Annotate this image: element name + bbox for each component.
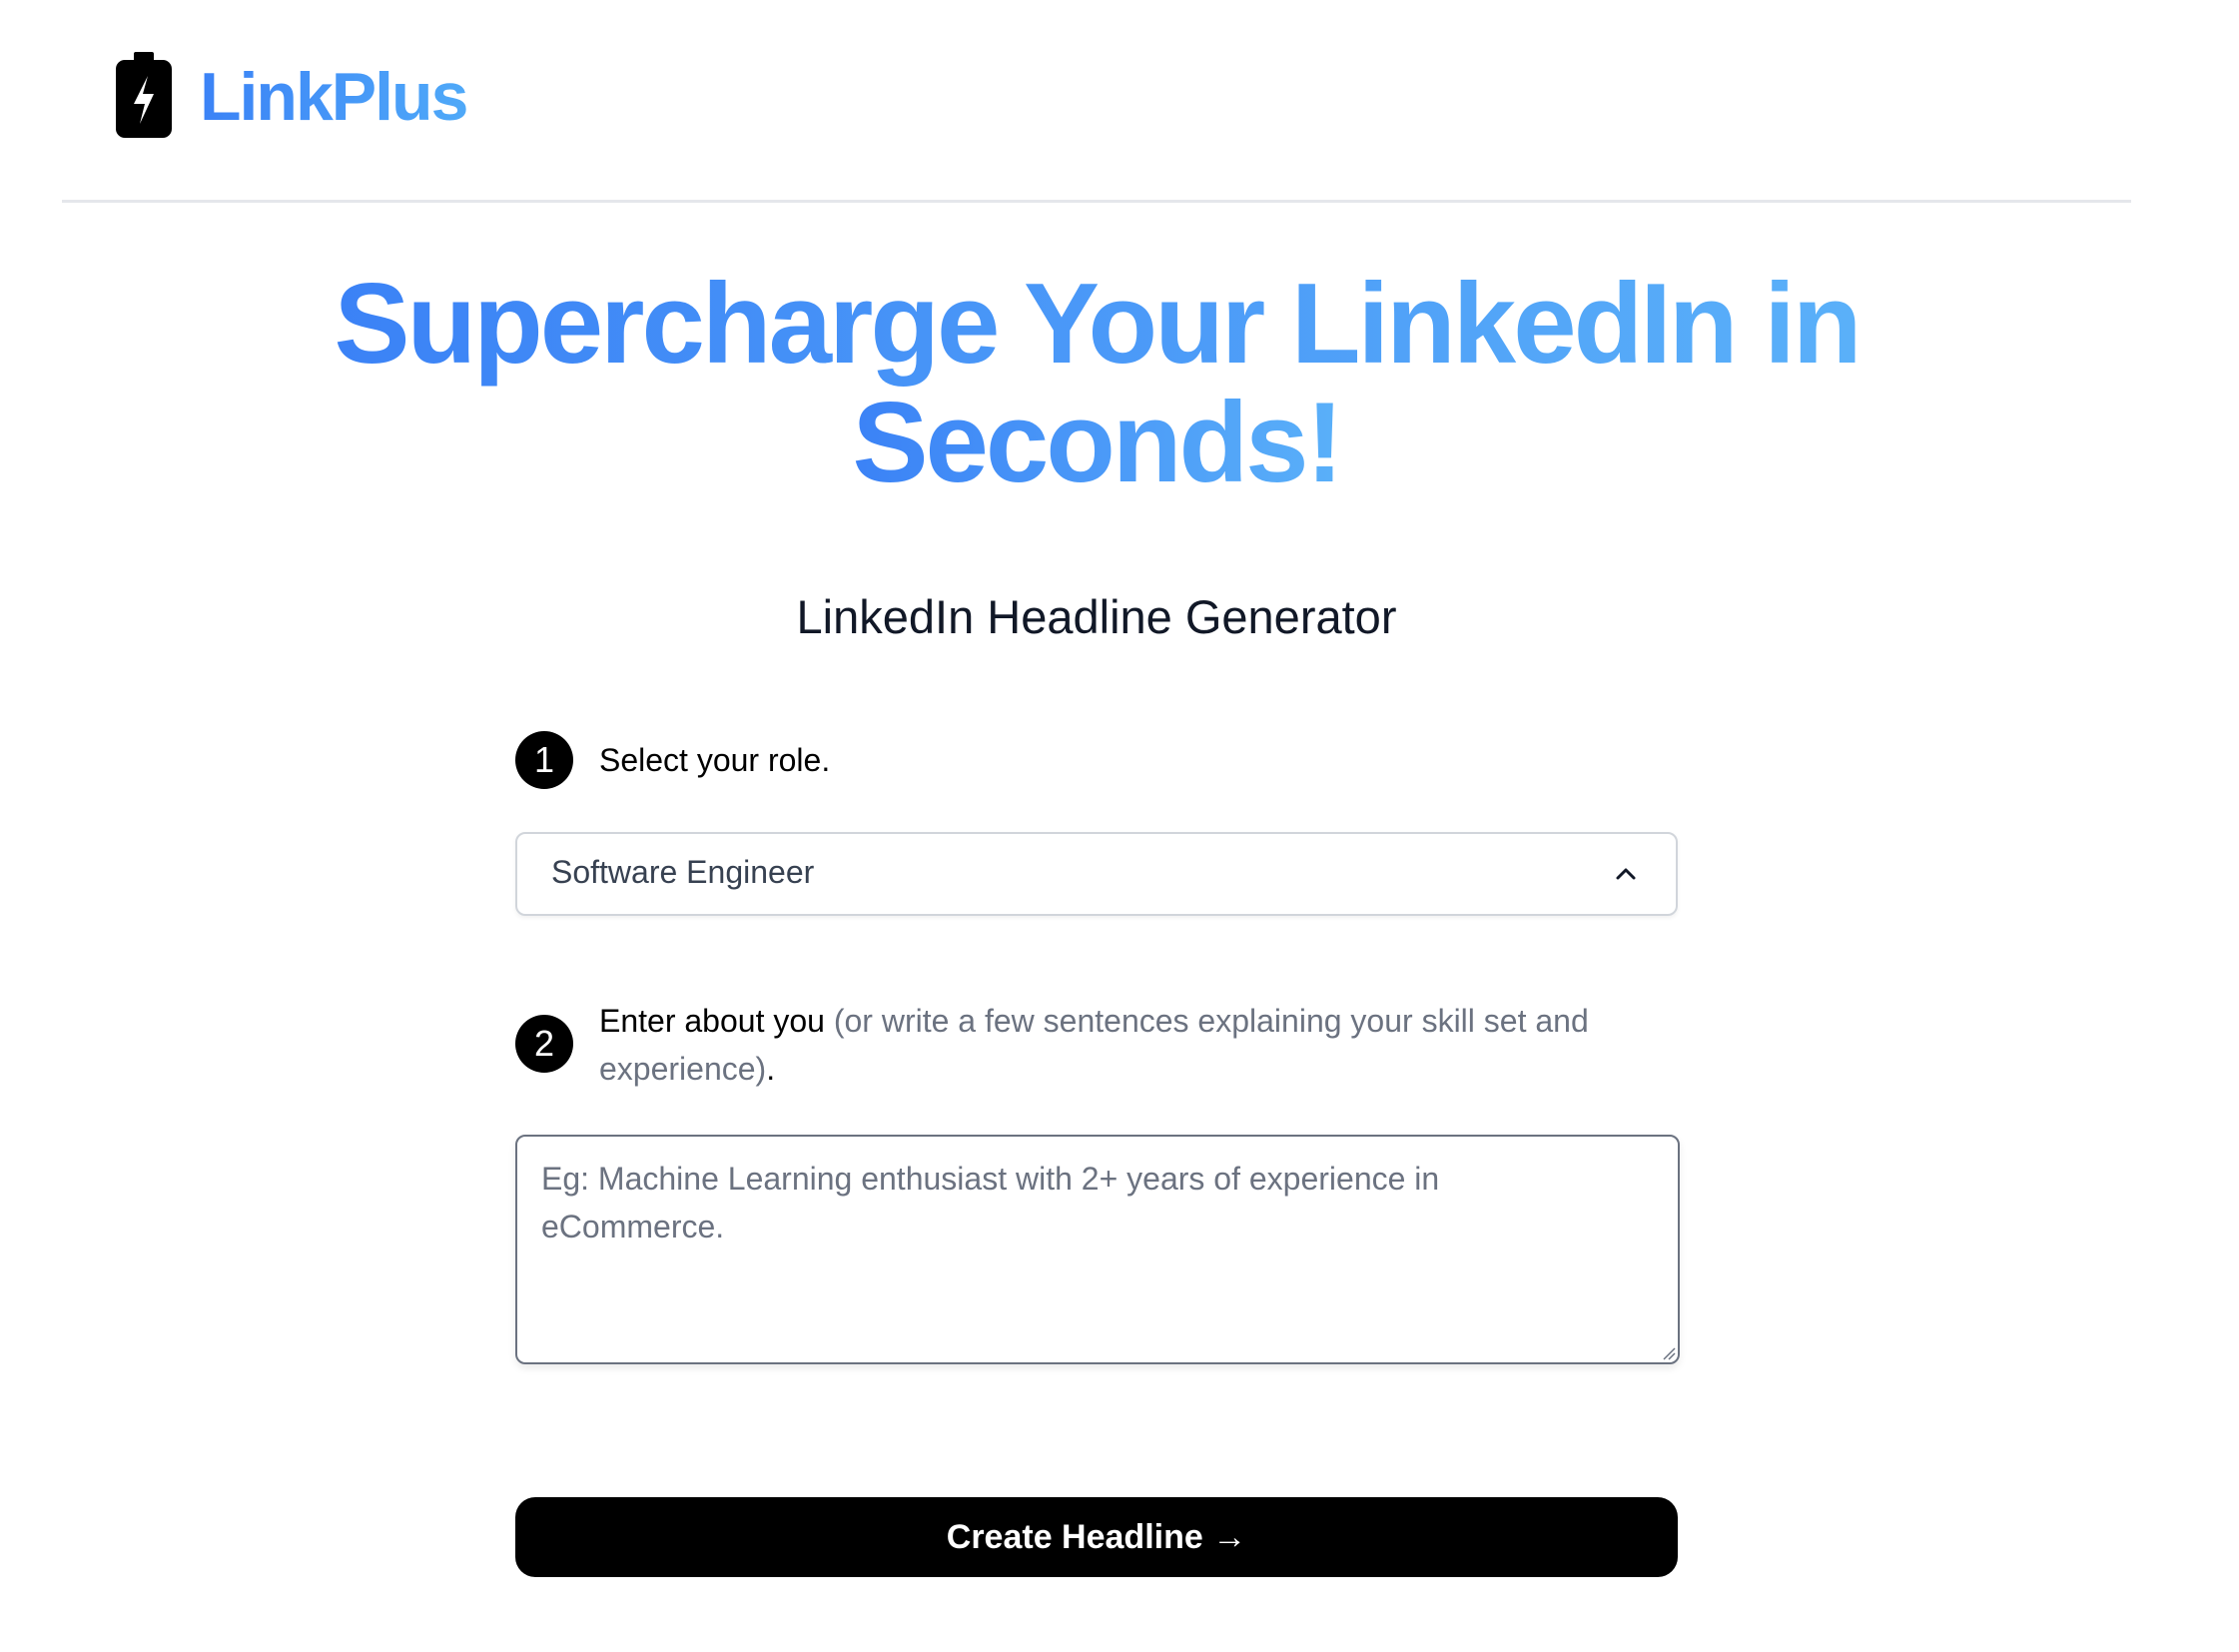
step-1-label: Select your role. [599, 742, 831, 778]
create-headline-button[interactable]: Create Headline → [515, 1497, 1678, 1577]
step-2-label: Enter about you (or write a few sentence… [599, 997, 1688, 1093]
page-subtitle: LinkedIn Headline Generator [796, 590, 1397, 643]
role-select[interactable]: Software Engineer [515, 832, 1678, 916]
step-2-label-main: Enter about you [599, 1003, 825, 1039]
hero-title-line-1: Supercharge Your LinkedIn in [334, 261, 1862, 388]
step-1-badge: 1 [515, 731, 573, 789]
chevron-up-icon [1616, 868, 1636, 880]
step-2-badge: 2 [515, 1015, 573, 1073]
about-textarea-placeholder: Eg: Machine Learning enthusiast with 2+ … [541, 1161, 1440, 1244]
about-textarea[interactable]: Eg: Machine Learning enthusiast with 2+ … [515, 1135, 1680, 1364]
hero-title-line-2: Seconds! [852, 380, 1343, 506]
header-divider [62, 200, 2131, 203]
step-2-suffix: . [766, 1051, 776, 1087]
resize-handle-icon[interactable] [1660, 1344, 1676, 1360]
role-select-value: Software Engineer [551, 854, 815, 890]
brand-logo-text[interactable]: LinkPlus [200, 58, 468, 136]
battery-charging-icon [116, 52, 172, 138]
